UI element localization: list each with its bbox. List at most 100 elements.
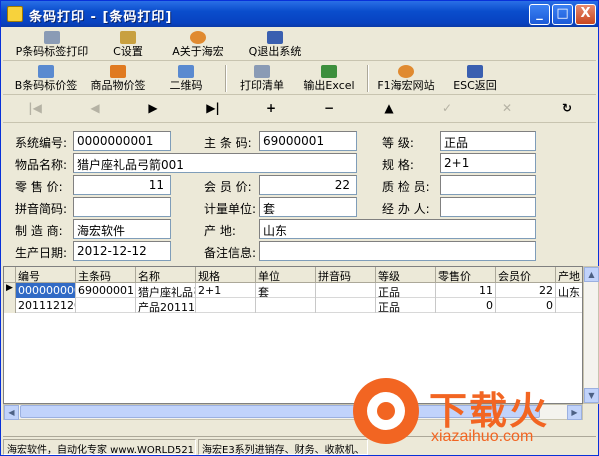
- table-cell[interactable]: 69000001: [76, 283, 136, 298]
- table-cell[interactable]: 正品: [376, 298, 436, 313]
- table-cell[interactable]: [76, 298, 136, 313]
- close-button[interactable]: X: [575, 4, 596, 25]
- title-bar[interactable]: 条码打印 - [条码打印] _ □ X: [1, 1, 598, 27]
- print-list-button[interactable]: 打印清单: [235, 65, 289, 92]
- minimize-button[interactable]: _: [529, 4, 550, 25]
- scroll-left-icon[interactable]: ◀: [4, 405, 19, 420]
- column-header[interactable]: 会员价: [496, 267, 556, 282]
- excel-icon: [321, 65, 337, 78]
- spec-label: 规 格:: [382, 158, 414, 172]
- print-label-button-label: P条码标签打印: [15, 45, 89, 58]
- edit-record-button[interactable]: ▲: [379, 101, 399, 117]
- table-cell[interactable]: 产品2011121: [136, 298, 196, 313]
- table-cell[interactable]: [196, 298, 256, 313]
- first-record-button[interactable]: |◀: [25, 101, 45, 117]
- table-cell[interactable]: 11: [436, 283, 496, 298]
- name-label: 物品名称:: [15, 158, 68, 172]
- id-field[interactable]: 0000000001: [73, 131, 171, 151]
- post-record-button[interactable]: ✓: [437, 101, 457, 117]
- settings-button[interactable]: C设置: [103, 31, 153, 58]
- column-header[interactable]: 产地: [556, 267, 582, 282]
- maximize-button[interactable]: □: [552, 4, 573, 25]
- settings-button-label: C设置: [113, 45, 143, 58]
- last-record-button[interactable]: ▶|: [203, 101, 223, 117]
- prior-record-button[interactable]: ◀: [85, 101, 105, 117]
- cancel-edit-button[interactable]: ✕: [497, 101, 517, 117]
- qrcode-button-label: 二维码: [169, 79, 203, 92]
- table-cell[interactable]: 山东: [556, 283, 582, 298]
- qrcode-button[interactable]: 二维码: [163, 65, 209, 92]
- member-price-label: 会 员 价:: [204, 180, 252, 194]
- exit-button[interactable]: Q退出系统: [245, 31, 305, 58]
- pinyin-label: 拼音简码:: [15, 202, 68, 216]
- barcode-field[interactable]: 69000001: [259, 131, 357, 151]
- inspector-label: 质 检 员:: [382, 180, 430, 194]
- printer-icon: [254, 65, 270, 78]
- add-record-button[interactable]: +: [261, 101, 281, 117]
- table-cell[interactable]: 2011121200: [16, 298, 76, 313]
- flame-logo-icon: [353, 378, 419, 444]
- table-cell[interactable]: 0: [496, 298, 556, 313]
- table-cell[interactable]: 正品: [376, 283, 436, 298]
- watermark-logo: 下载火 xiazaihuo.com: [353, 378, 597, 454]
- retail-price-label: 零 售 价:: [15, 180, 63, 194]
- scroll-up-icon[interactable]: ▲: [584, 267, 599, 282]
- print-label-button[interactable]: P条码标签打印: [13, 31, 91, 58]
- origin-label: 产 地:: [204, 224, 236, 238]
- production-date-field[interactable]: 2012-12-12: [73, 241, 171, 261]
- back-button-label: ESC返回: [453, 79, 497, 92]
- column-header[interactable]: 编号: [16, 267, 76, 282]
- next-record-button[interactable]: ▶: [143, 101, 163, 117]
- remark-field[interactable]: [259, 241, 536, 261]
- table-cell[interactable]: 22: [496, 283, 556, 298]
- about-button-label: A关于海宏: [172, 45, 224, 58]
- table-cell[interactable]: 猎户座礼品弓: [136, 283, 196, 298]
- grade-field[interactable]: 正品: [440, 131, 536, 151]
- handler-field[interactable]: [440, 197, 536, 217]
- export-excel-button[interactable]: 输出Excel: [301, 65, 357, 92]
- column-header[interactable]: 零售价: [436, 267, 496, 282]
- retail-price-field[interactable]: 11: [73, 175, 171, 195]
- maker-field[interactable]: 海宏软件: [73, 219, 171, 239]
- function-toolbar: B条码标价签 商品物价签 二维码 打印清单 输出Excel F1海宏网站 ESC…: [3, 62, 596, 95]
- delete-record-button[interactable]: −: [319, 101, 339, 117]
- goods-price-tag-button[interactable]: 商品物价签: [87, 65, 149, 92]
- spec-field[interactable]: 2+1: [440, 153, 536, 173]
- pinyin-field[interactable]: [73, 197, 171, 217]
- row-indicator: [4, 298, 16, 313]
- website-button[interactable]: F1海宏网站: [375, 65, 437, 92]
- table-cell[interactable]: 2+1: [196, 283, 256, 298]
- table-cell[interactable]: 套: [256, 283, 316, 298]
- member-price-field[interactable]: 22: [259, 175, 357, 195]
- barcode-price-tag-button[interactable]: B条码标价签: [11, 65, 81, 92]
- print-list-label: 打印清单: [240, 79, 284, 92]
- table-cell[interactable]: [316, 298, 376, 313]
- unit-field[interactable]: 套: [259, 197, 357, 217]
- maker-label: 制 造 商:: [15, 224, 63, 238]
- name-field[interactable]: 猎户座礼品弓箭001: [73, 153, 357, 173]
- web-icon: [398, 65, 414, 78]
- table-cell[interactable]: 0: [436, 298, 496, 313]
- table-cell[interactable]: 0000000001: [16, 283, 76, 298]
- about-button[interactable]: A关于海宏: [168, 31, 228, 58]
- column-header[interactable]: 等级: [376, 267, 436, 282]
- inspector-field[interactable]: [440, 175, 536, 195]
- table-cell[interactable]: [556, 298, 582, 313]
- barcode-label: 主 条 码:: [204, 136, 252, 150]
- column-header[interactable]: 名称: [136, 267, 196, 282]
- origin-field[interactable]: 山东: [259, 219, 536, 239]
- goods-price-tag-label: 商品物价签: [90, 79, 146, 92]
- table-cell[interactable]: [256, 298, 316, 313]
- back-button[interactable]: ESC返回: [449, 65, 501, 92]
- table-row[interactable]: ▶ 0000000001 69000001 猎户座礼品弓 2+1 套 正品 11…: [4, 283, 582, 298]
- column-header[interactable]: 拼音码: [316, 267, 376, 282]
- refresh-button[interactable]: ↻: [557, 101, 577, 117]
- column-header[interactable]: 主条码: [76, 267, 136, 282]
- status-products: 海宏E3系列进销存、财务、收款机、: [198, 439, 368, 455]
- main-toolbar: P条码标签打印 C设置 A关于海宏 Q退出系统: [3, 29, 596, 61]
- table-cell[interactable]: [316, 283, 376, 298]
- column-header[interactable]: 单位: [256, 267, 316, 282]
- column-header[interactable]: 规格: [196, 267, 256, 282]
- handler-label: 经 办 人:: [382, 202, 430, 216]
- table-row[interactable]: 2011121200 产品2011121 正品 0 0: [4, 298, 582, 313]
